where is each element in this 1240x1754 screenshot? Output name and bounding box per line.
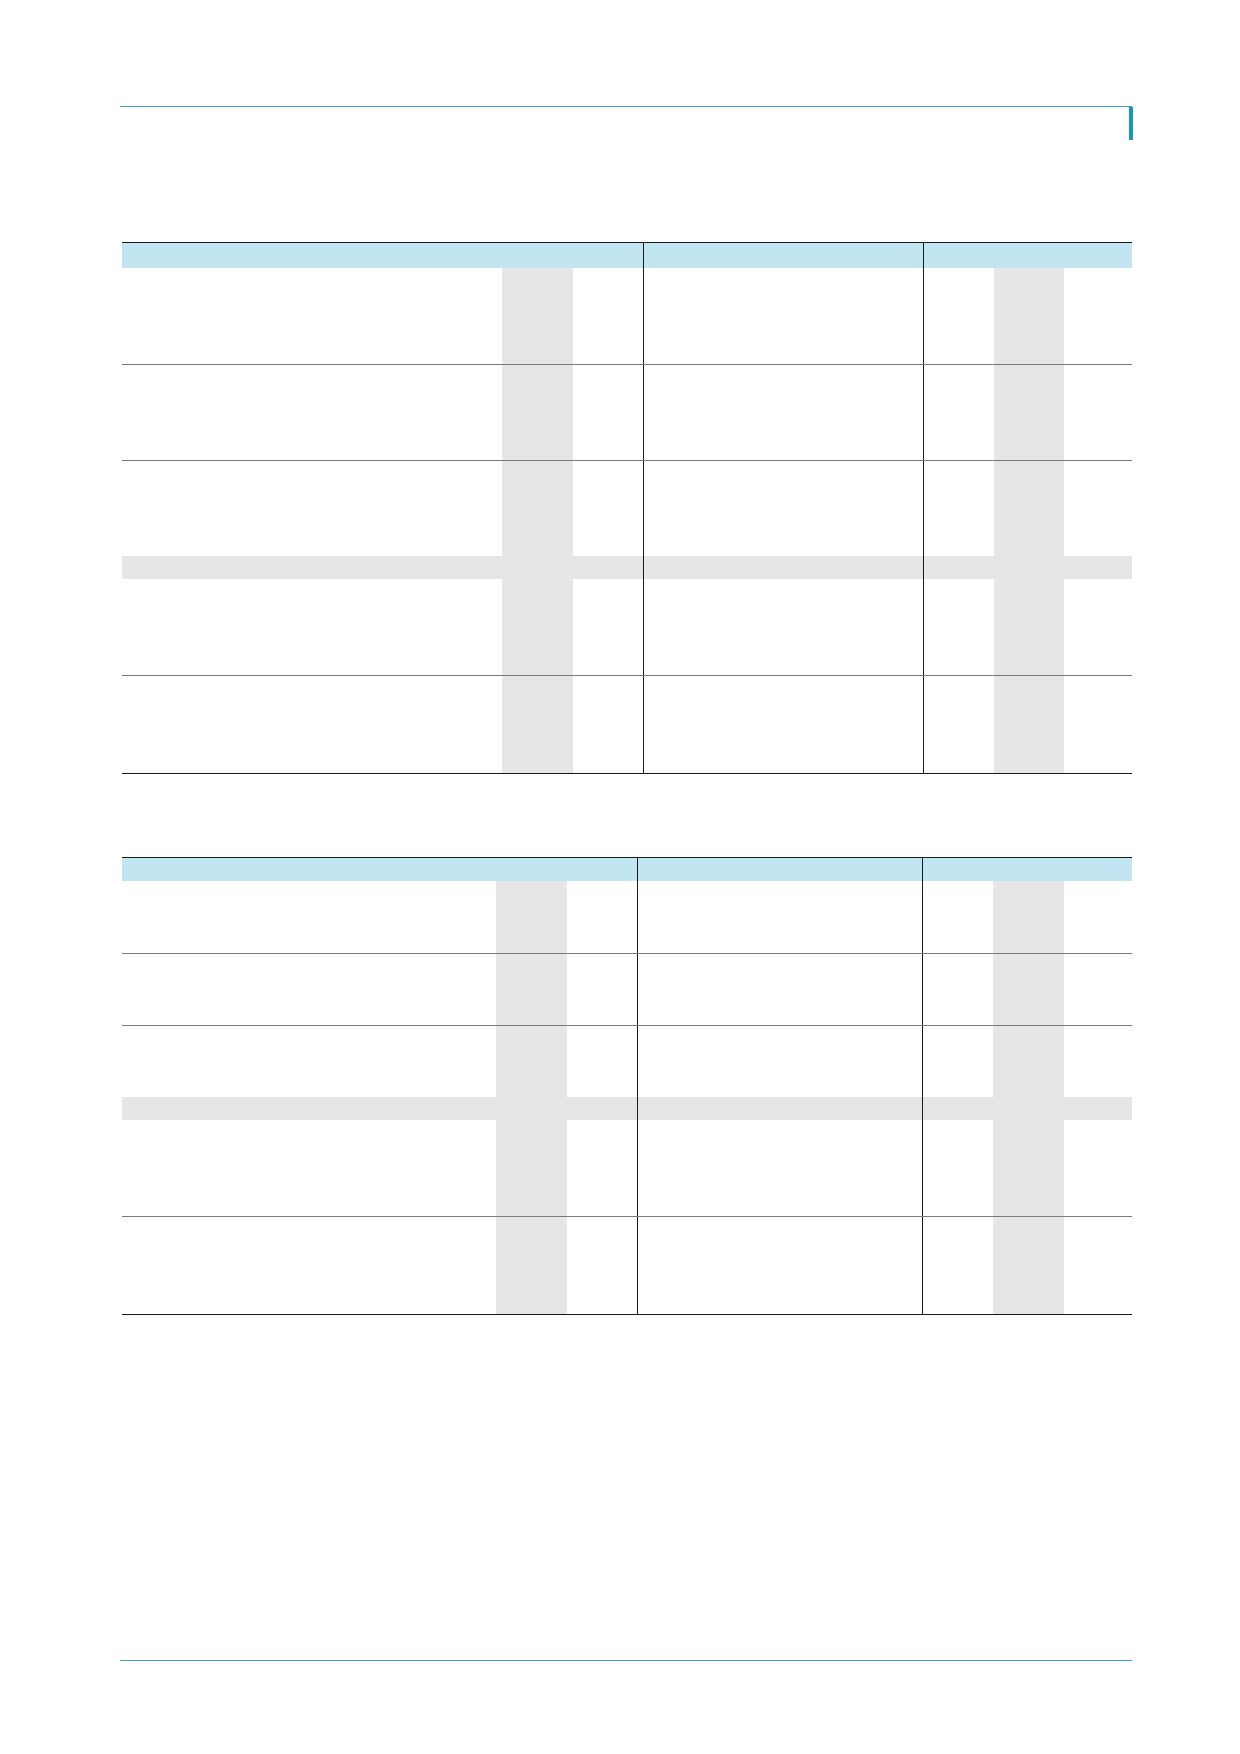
top-rule <box>120 106 1132 107</box>
table-1 <box>122 242 1132 774</box>
table-row <box>122 268 1132 365</box>
section-separator-row <box>122 1097 1132 1120</box>
table-header <box>122 242 1132 268</box>
table-row <box>122 579 1132 676</box>
table-row <box>122 881 1132 954</box>
table-row <box>122 1216 1132 1315</box>
table-header <box>122 857 1132 881</box>
table-row <box>122 1120 1132 1217</box>
table-row <box>122 675 1132 774</box>
table-row <box>122 460 1132 556</box>
table-row <box>122 364 1132 461</box>
table-row <box>122 1025 1132 1097</box>
section-separator-row <box>122 556 1132 579</box>
table-2 <box>122 857 1132 1315</box>
bottom-rule <box>120 1660 1132 1661</box>
page-tab-marker <box>1129 107 1133 140</box>
table-row <box>122 953 1132 1026</box>
